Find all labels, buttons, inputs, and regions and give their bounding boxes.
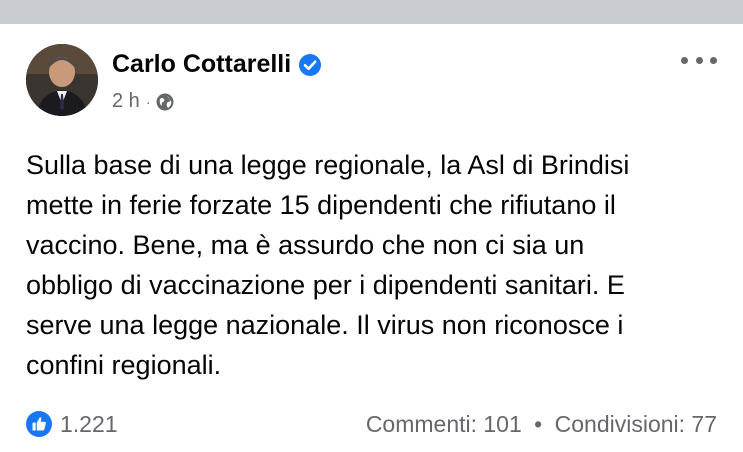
avatar[interactable] [26, 44, 98, 116]
post-body-line: vaccino. Bene, ma è assurdo che non ci s… [26, 230, 585, 260]
like-icon [26, 411, 52, 437]
post-body-line: mette in ferie forzate 15 dipendenti che… [26, 190, 616, 220]
reactions-summary[interactable]: 1.221 [26, 411, 118, 438]
globe-icon[interactable] [156, 93, 174, 111]
post-body: Sulla base di una legge regionale, la As… [26, 145, 726, 385]
post-body-line: confini regionali. [26, 350, 222, 380]
more-dot [710, 56, 717, 64]
post-meta: 2 h · [112, 90, 174, 113]
post-body-line: Sulla base di una legge regionale, la As… [26, 150, 630, 180]
reactions-count: 1.221 [60, 410, 118, 437]
more-dot [681, 56, 688, 64]
author-name-row: Carlo Cottarelli [112, 50, 322, 79]
post-footer: 1.221 Commenti: 101 • Condivisioni: 77 [26, 406, 717, 442]
top-divider-strip [0, 0, 743, 24]
comments-count[interactable]: Commenti: 101 [366, 411, 522, 437]
post-body-line: serve una legge nazionale. Il virus non … [26, 310, 624, 340]
more-dot [695, 56, 703, 64]
shares-count[interactable]: Condivisioni: 77 [555, 411, 717, 437]
stats-separator: • [534, 410, 543, 437]
engagement-stats: Commenti: 101 • Condivisioni: 77 [366, 411, 717, 438]
post-body-line: obbligo di vaccinazione per i dipendenti… [26, 270, 625, 300]
more-options-icon[interactable] [681, 48, 717, 72]
verified-badge-icon [299, 53, 322, 76]
post-timestamp[interactable]: 2 h [112, 90, 140, 113]
post-card: Carlo Cottarelli 2 h · Sulla base di una… [0, 24, 743, 452]
avatar-photo [26, 44, 98, 116]
meta-separator: · [145, 93, 151, 110]
author-name[interactable]: Carlo Cottarelli [112, 50, 291, 79]
